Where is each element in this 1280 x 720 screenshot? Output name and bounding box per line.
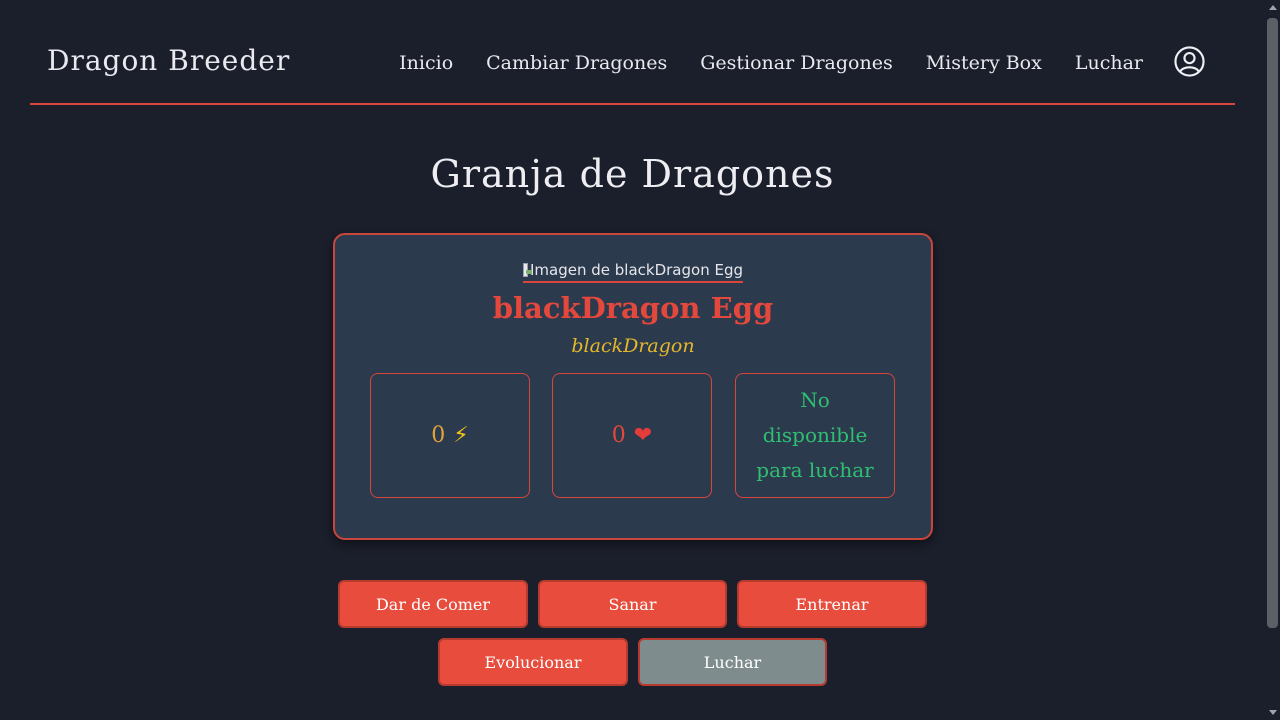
fight-status-text: No disponible para luchar	[756, 388, 874, 482]
health-value: 0	[611, 423, 626, 448]
energy-value: 0	[431, 423, 446, 448]
broken-image-icon	[523, 263, 532, 277]
nav-link-gestionar-dragones[interactable]: Gestionar Dragones	[700, 52, 893, 74]
nav-link-luchar[interactable]: Luchar	[1075, 52, 1143, 74]
main-nav: Inicio Cambiar Dragones Gestionar Dragon…	[366, 46, 1205, 77]
user-circle-icon[interactable]	[1174, 46, 1205, 77]
train-button[interactable]: Entrenar	[737, 580, 927, 628]
dragon-name: blackDragon Egg	[492, 291, 774, 325]
fight-button[interactable]: Luchar	[638, 638, 827, 686]
dragon-image-alt-text: Imagen de blackDragon Egg	[530, 261, 743, 279]
site-header: Dragon Breeder Inicio Cambiar Dragones G…	[30, 0, 1235, 105]
nav-link-mistery-box[interactable]: Mistery Box	[926, 52, 1042, 74]
brand-logo-text[interactable]: Dragon Breeder	[47, 44, 290, 77]
fight-status: No disponible para luchar	[735, 373, 895, 498]
nav-link-inicio[interactable]: Inicio	[399, 52, 453, 74]
dragon-type: blackDragon	[571, 335, 695, 357]
scroll-thumb[interactable]	[1267, 18, 1278, 628]
nav-link-cambiar-dragones[interactable]: Cambiar Dragones	[486, 52, 667, 74]
dragon-image: Imagen de blackDragon Egg	[523, 259, 743, 283]
evolve-button[interactable]: Evolucionar	[438, 638, 628, 686]
lightning-icon: ⚡	[453, 423, 469, 448]
scroll-up-icon[interactable]	[1269, 5, 1277, 10]
feed-button[interactable]: Dar de Comer	[338, 580, 528, 628]
energy-stat: 0 ⚡	[370, 373, 530, 498]
heart-icon: ❤	[633, 423, 653, 448]
health-stat: 0 ❤	[552, 373, 712, 498]
scroll-down-icon[interactable]	[1269, 710, 1277, 715]
dragon-card: Imagen de blackDragon Egg blackDragon Eg…	[333, 233, 933, 540]
page-title: Granja de Dragones	[430, 152, 835, 196]
page-scrollbar[interactable]	[1265, 0, 1280, 720]
heal-button[interactable]: Sanar	[538, 580, 727, 628]
